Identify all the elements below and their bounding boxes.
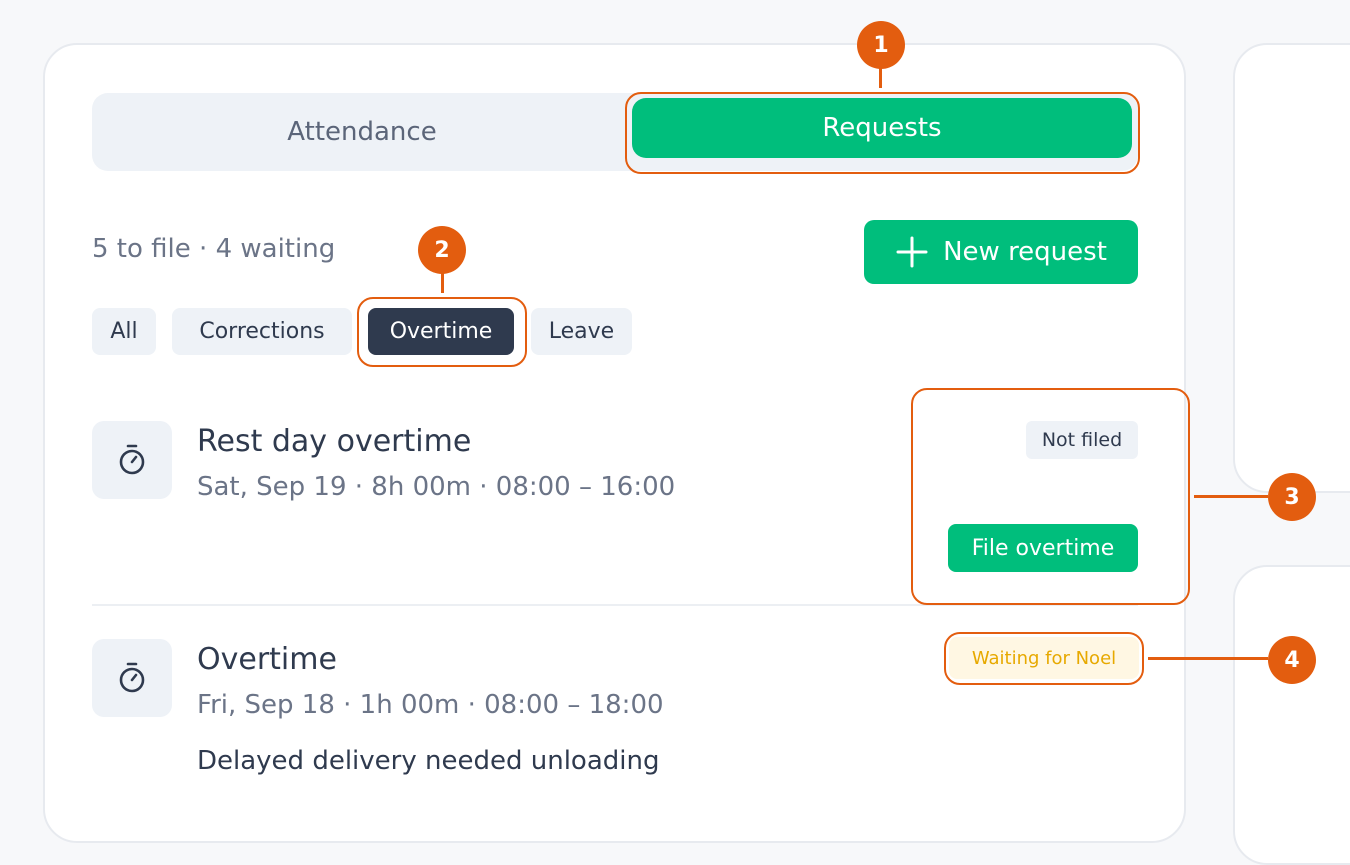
- tab-attendance[interactable]: Attendance: [92, 93, 632, 171]
- tab-requests[interactable]: Requests: [632, 98, 1132, 158]
- plus-icon: [896, 236, 928, 268]
- annotation-number-4: 4: [1268, 636, 1316, 684]
- filter-leave[interactable]: Leave: [531, 308, 632, 355]
- filter-corrections[interactable]: Corrections: [172, 308, 352, 355]
- file-overtime-button[interactable]: File overtime: [948, 524, 1138, 572]
- request-note: Delayed delivery needed unloading: [197, 746, 660, 776]
- stopwatch-icon: [92, 639, 172, 717]
- request-subtitle: Fri, Sep 18 · 1h 00m · 08:00 – 18:00: [197, 690, 664, 720]
- new-request-button[interactable]: New request: [864, 220, 1138, 284]
- annotation-connector-3: [1194, 495, 1268, 498]
- annotation-number-2: 2: [418, 226, 466, 274]
- filter-overtime[interactable]: Overtime: [368, 308, 514, 355]
- view-segmented-control: Attendance Requests: [92, 93, 1138, 171]
- side-panel-card-lower: [1233, 565, 1350, 865]
- new-request-label: New request: [943, 237, 1107, 267]
- status-badge-not-filed: Not filed: [1026, 421, 1138, 459]
- annotation-connector-4: [1148, 657, 1268, 660]
- stopwatch-icon: [92, 421, 172, 499]
- row-divider: [92, 604, 1138, 606]
- request-subtitle: Sat, Sep 19 · 8h 00m · 08:00 – 16:00: [197, 472, 676, 502]
- filter-all[interactable]: All: [92, 308, 156, 355]
- request-title: Rest day overtime: [197, 424, 472, 459]
- request-summary: 5 to file · 4 waiting: [92, 234, 336, 264]
- request-title: Overtime: [197, 642, 337, 677]
- side-panel-card: [1233, 43, 1350, 493]
- status-badge-waiting: Waiting for Noel: [949, 637, 1139, 679]
- annotation-connector-2: [441, 273, 444, 293]
- annotation-number-3: 3: [1268, 473, 1316, 521]
- annotation-connector-1: [879, 68, 882, 88]
- annotation-number-1: 1: [857, 21, 905, 69]
